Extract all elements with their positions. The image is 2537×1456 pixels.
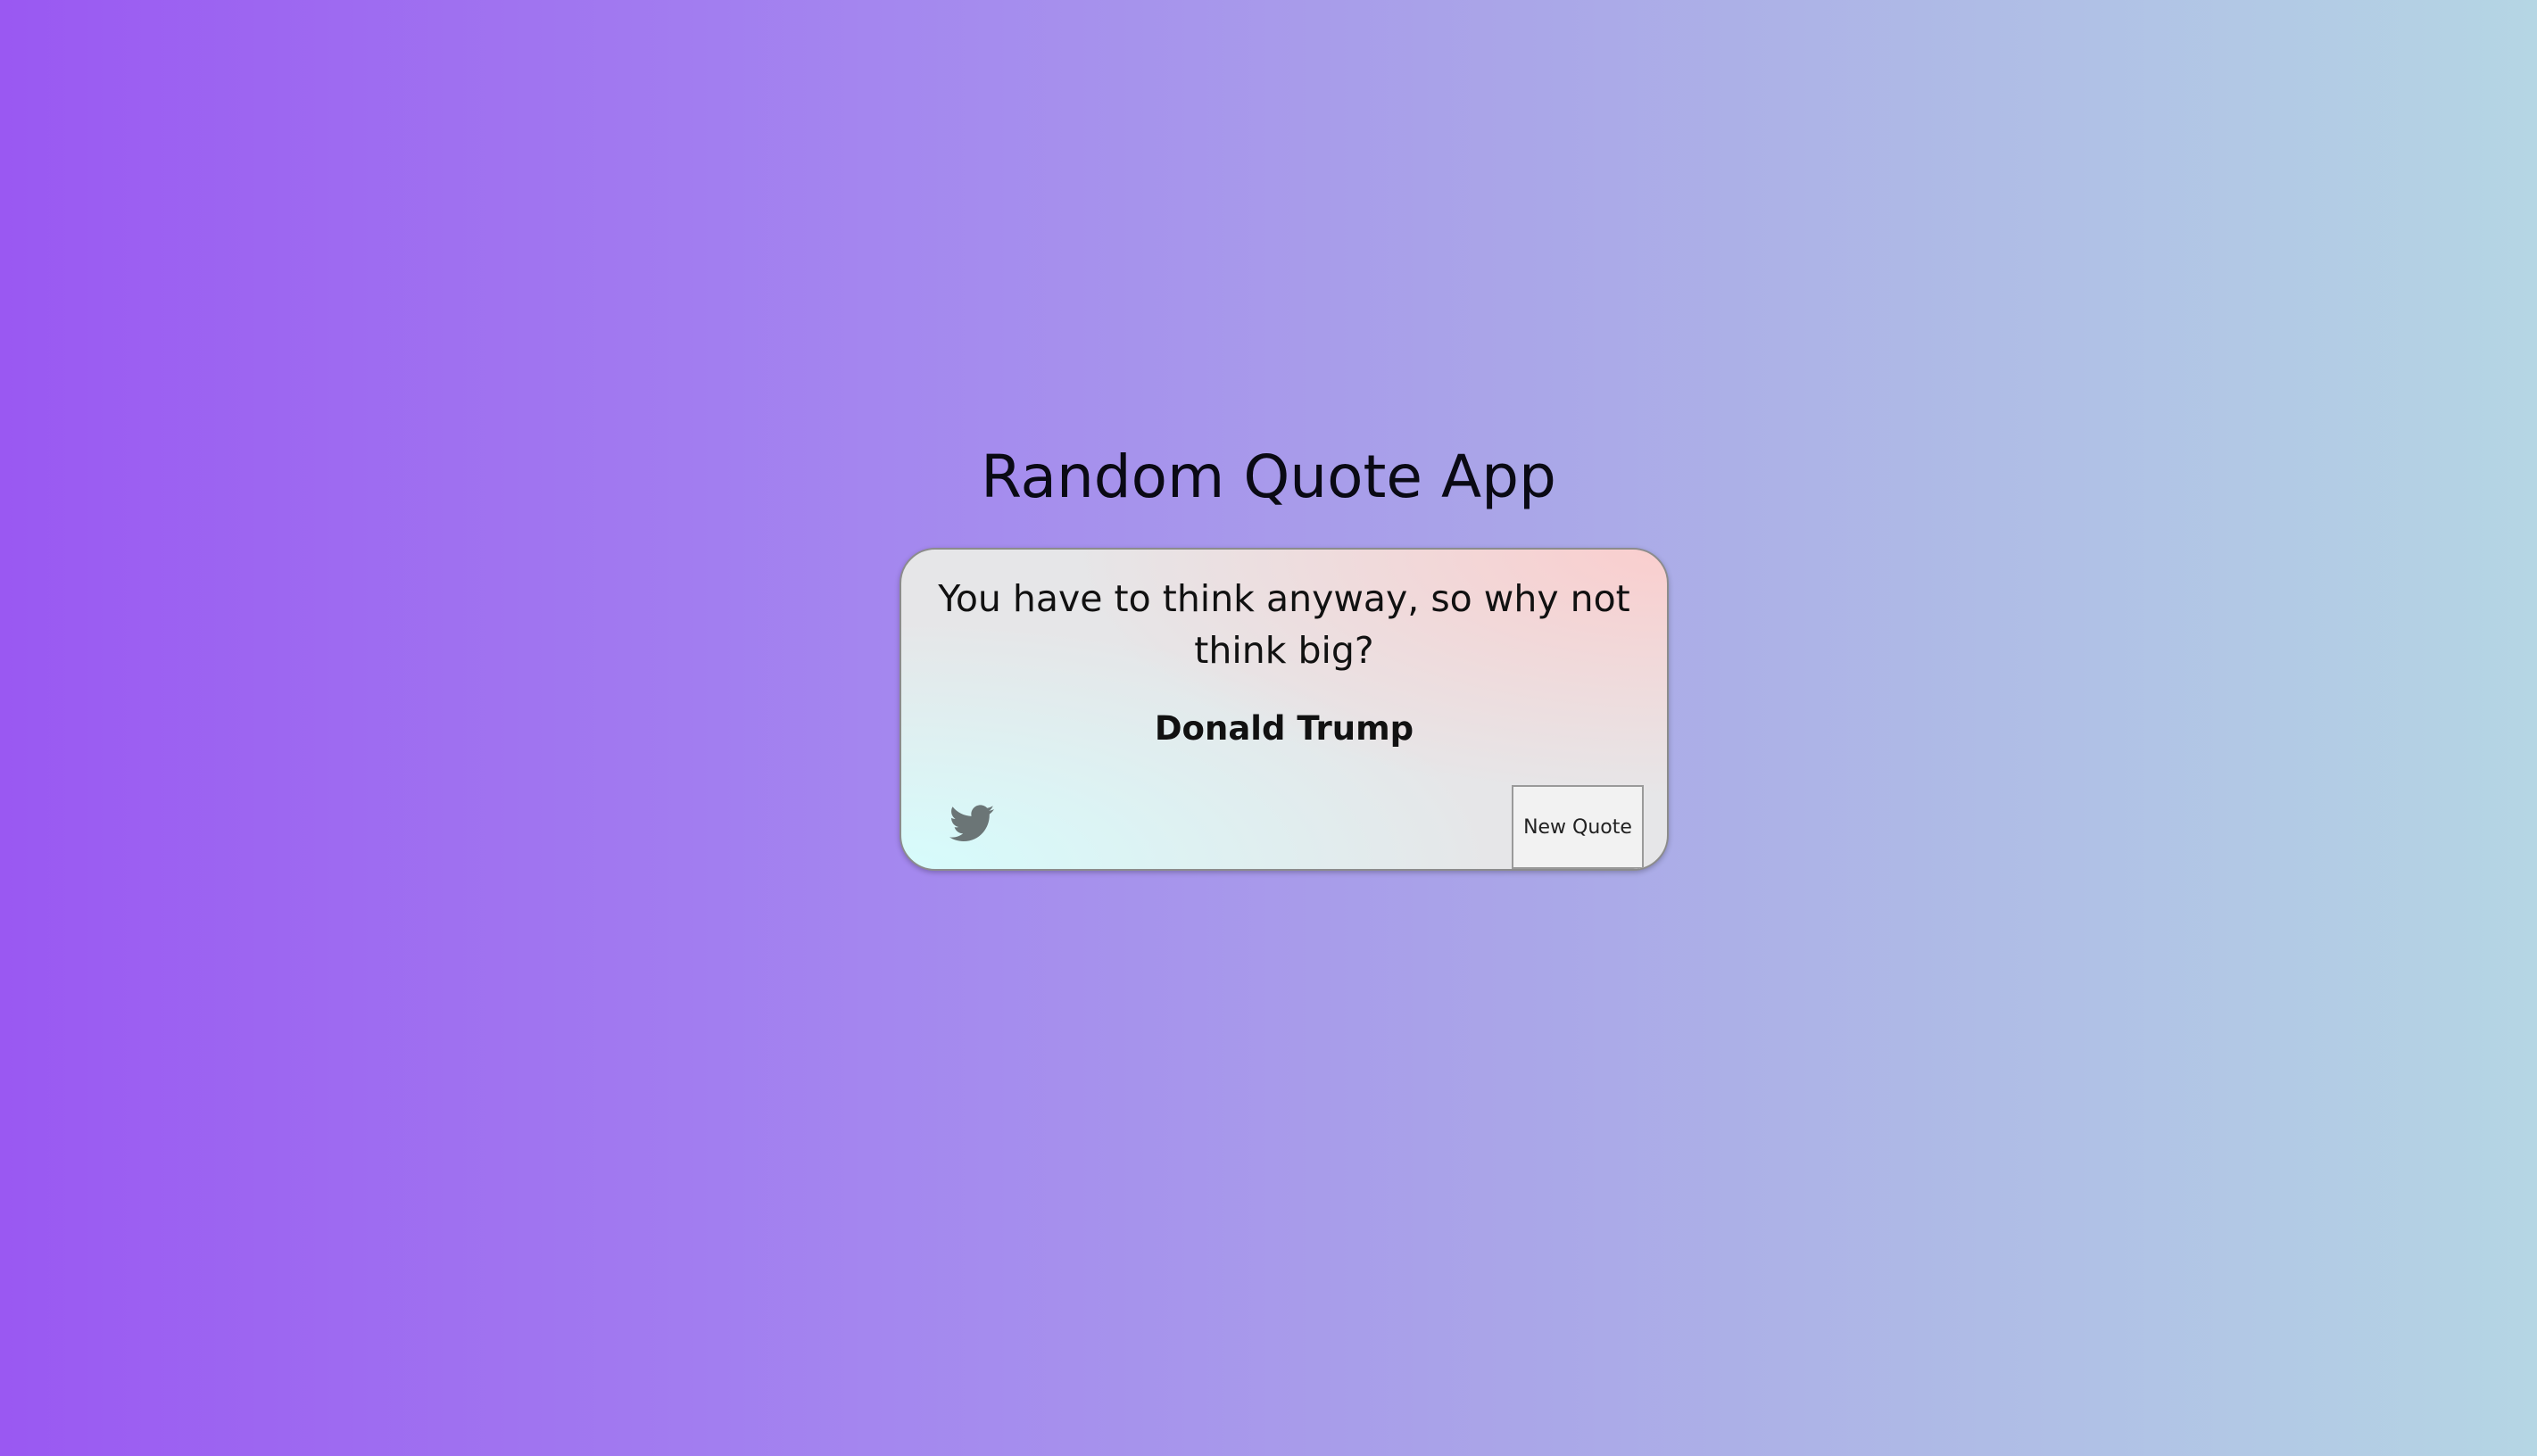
new-quote-button[interactable]: New Quote: [1512, 785, 1644, 869]
quote-box: You have to think anyway, so why not thi…: [900, 548, 1669, 871]
quote-author: Donald Trump: [1154, 709, 1414, 748]
twitter-icon: [949, 805, 994, 841]
app-title: Random Quote App: [981, 443, 1556, 511]
quote-text: You have to think anyway, so why not thi…: [938, 577, 1630, 672]
tweet-quote-link[interactable]: [949, 804, 994, 843]
